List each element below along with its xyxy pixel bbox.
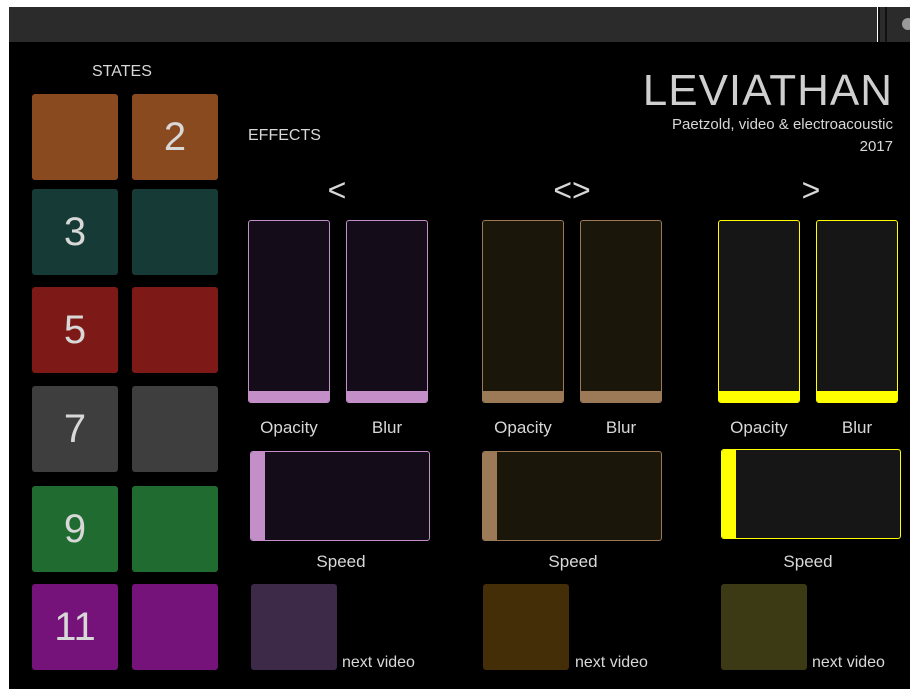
blur-fader-right[interactable] xyxy=(816,220,898,403)
state-button-1[interactable] xyxy=(32,94,118,180)
state-button-9[interactable]: 9 xyxy=(32,486,118,572)
speed-label-right: Speed xyxy=(783,552,833,571)
app-year: 2017 xyxy=(859,138,893,155)
next-video-label-right: next video xyxy=(812,654,885,671)
blur-label-middle: Blur xyxy=(605,418,637,437)
state-button-3[interactable]: 3 xyxy=(32,189,118,275)
opacity-fader-left[interactable] xyxy=(248,220,330,403)
blur-label-left: Blur xyxy=(371,418,403,437)
state-button-11[interactable]: 11 xyxy=(32,584,118,670)
blur-fader-middle[interactable] xyxy=(580,220,662,403)
blur-label-right: Blur xyxy=(841,418,873,437)
opacity-label-right: Opacity xyxy=(730,418,788,437)
fader-fill xyxy=(483,391,563,402)
effects-label: EFFECTS xyxy=(248,127,321,144)
speed-label-middle: Speed xyxy=(548,552,598,571)
fader-fill xyxy=(251,452,266,540)
app-subtitle: Paetzold, video & electroacoustic xyxy=(672,116,893,133)
next-video-label-middle: next video xyxy=(575,654,648,671)
fader-fill xyxy=(817,391,897,402)
fader-fill xyxy=(581,391,661,402)
fader-fill xyxy=(483,452,498,540)
app-title: LEVIATHAN xyxy=(642,66,893,115)
fader-fill xyxy=(719,391,799,402)
state-button-12[interactable] xyxy=(132,584,218,670)
effect-group-left-arrow: < xyxy=(327,172,347,208)
states-label: STATES xyxy=(92,63,152,80)
next-video-button-right[interactable] xyxy=(721,584,807,670)
state-button-4[interactable] xyxy=(132,189,218,275)
speed-fader-middle[interactable] xyxy=(482,451,662,541)
next-video-button-middle[interactable] xyxy=(483,584,569,670)
fader-fill xyxy=(249,391,329,402)
opacity-fader-middle[interactable] xyxy=(482,220,564,403)
top-toolbar xyxy=(9,7,877,42)
state-button-6[interactable] xyxy=(132,287,218,373)
fader-fill xyxy=(347,391,427,402)
handle-divider-right xyxy=(885,7,887,42)
state-button-7[interactable]: 7 xyxy=(32,386,118,472)
speed-fader-right[interactable] xyxy=(721,449,901,539)
speed-fader-left[interactable] xyxy=(250,451,430,541)
state-button-8[interactable] xyxy=(132,386,218,472)
effect-group-middle-arrow: <> xyxy=(553,172,591,208)
opacity-fader-right[interactable] xyxy=(718,220,800,403)
state-button-2[interactable]: 2 xyxy=(132,94,218,180)
next-video-label-left: next video xyxy=(342,654,415,671)
toolbar-handle[interactable] xyxy=(878,7,910,42)
state-button-5[interactable]: 5 xyxy=(32,287,118,373)
next-video-button-left[interactable] xyxy=(251,584,337,670)
opacity-label-left: Opacity xyxy=(260,418,318,437)
blur-fader-left[interactable] xyxy=(346,220,428,403)
toolbar-dot-icon[interactable] xyxy=(902,18,910,30)
opacity-label-middle: Opacity xyxy=(494,418,552,437)
state-button-10[interactable] xyxy=(132,486,218,572)
handle-divider-left xyxy=(878,7,880,42)
speed-label-left: Speed xyxy=(316,552,366,571)
fader-fill xyxy=(722,450,737,538)
effect-group-right-arrow: > xyxy=(801,172,821,208)
